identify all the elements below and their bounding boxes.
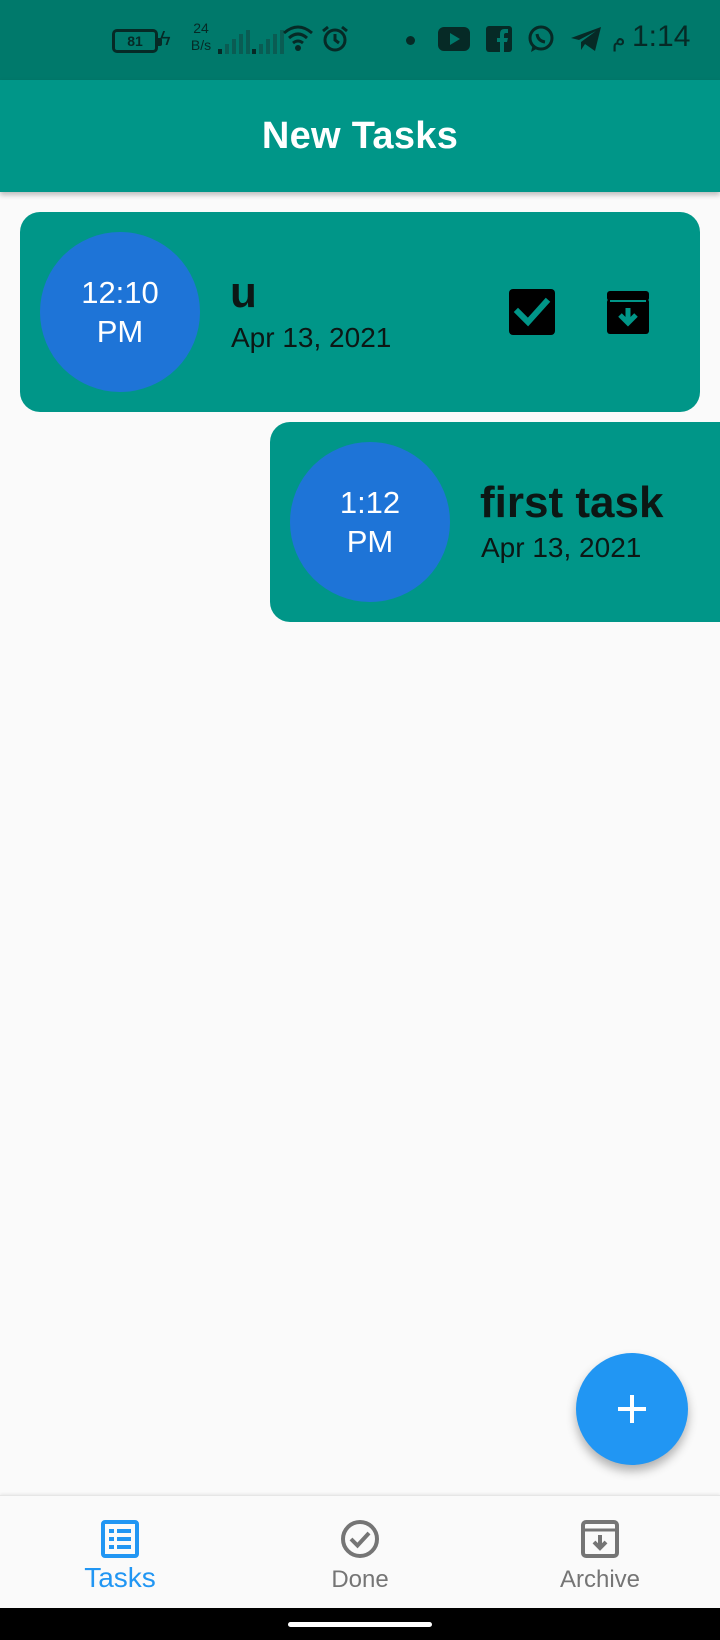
nav-tab-label: Archive bbox=[559, 1566, 641, 1593]
task-title: first task bbox=[480, 478, 664, 527]
whatsapp-icon bbox=[528, 25, 554, 52]
nav-tab-tasks[interactable]: Tasks bbox=[0, 1496, 240, 1609]
task-title: u bbox=[230, 268, 257, 317]
nav-tab-label: Done bbox=[331, 1566, 389, 1593]
add-task-button[interactable] bbox=[576, 1353, 688, 1465]
task-item[interactable]: 12:10 PM u Apr 13, 2021 bbox=[20, 212, 700, 412]
status-bar: 81 ϟ 24 B/s م 1:14 bbox=[0, 0, 720, 80]
signal-icon bbox=[218, 30, 250, 54]
battery-icon: 81 bbox=[112, 29, 162, 53]
nav-tab-done[interactable]: Done bbox=[240, 1496, 480, 1609]
notification-dot-icon bbox=[406, 36, 415, 45]
status-clock: 1:14 bbox=[632, 20, 691, 53]
list-icon bbox=[101, 1520, 139, 1558]
task-item[interactable]: 1:12 PM first task Apr 13, 2021 bbox=[270, 422, 720, 622]
nav-tab-label: Tasks bbox=[84, 1562, 156, 1593]
task-time-hour: 12:10 bbox=[81, 275, 159, 310]
task-time-period: PM bbox=[96, 314, 144, 349]
task-time-period: PM bbox=[346, 524, 394, 559]
task-time-hour: 1:12 bbox=[339, 485, 401, 520]
task-time-avatar: 1:12 PM bbox=[290, 442, 450, 602]
telegram-icon bbox=[571, 27, 601, 51]
task-date: Apr 13, 2021 bbox=[481, 532, 642, 563]
mark-done-button[interactable] bbox=[508, 288, 556, 336]
alarm-icon bbox=[322, 25, 348, 52]
nav-tab-archive[interactable]: Archive bbox=[480, 1496, 720, 1609]
network-speed: 24 B/s bbox=[186, 20, 216, 54]
check-circle-icon bbox=[341, 1520, 379, 1558]
app-bar: New Tasks bbox=[0, 80, 720, 192]
task-time-avatar: 12:10 PM bbox=[40, 232, 200, 392]
facebook-icon bbox=[486, 26, 512, 52]
signal-icon bbox=[252, 30, 284, 54]
charging-bolt-icon: ϟ bbox=[160, 28, 171, 50]
page-title: New Tasks bbox=[261, 114, 459, 157]
wifi-icon bbox=[283, 25, 313, 51]
youtube-icon bbox=[438, 27, 470, 51]
timezone-indicator: م bbox=[612, 26, 626, 51]
plus-icon bbox=[618, 1395, 646, 1423]
battery-level: 81 bbox=[127, 33, 143, 49]
network-speed-unit: B/s bbox=[190, 37, 212, 53]
archive-button[interactable] bbox=[604, 288, 652, 336]
bottom-navigation: Tasks Done Archive bbox=[0, 1495, 720, 1608]
network-speed-value: 24 bbox=[193, 20, 209, 36]
system-navigation-bar bbox=[0, 1608, 720, 1640]
archive-icon bbox=[581, 1520, 619, 1558]
task-date: Apr 13, 2021 bbox=[231, 322, 392, 353]
home-gesture-handle[interactable] bbox=[288, 1622, 432, 1627]
